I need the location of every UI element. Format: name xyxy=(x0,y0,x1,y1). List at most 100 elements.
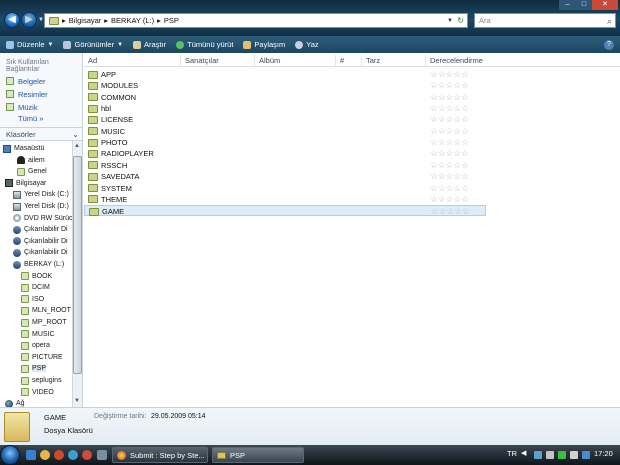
more-links[interactable]: Tümü » xyxy=(0,112,82,123)
tree-item[interactable]: ISO xyxy=(21,294,44,305)
breadcrumb-computer[interactable]: Bilgisayar xyxy=(69,16,102,25)
clock[interactable]: 17:20 xyxy=(594,449,613,458)
file-row[interactable]: SAVEDATA ☆☆☆☆☆ xyxy=(84,171,486,182)
column-genre[interactable]: Tarz xyxy=(361,55,425,67)
rating-stars[interactable]: ☆☆☆☆☆ xyxy=(430,160,469,170)
tray-expand-icon[interactable]: ◀ xyxy=(521,449,529,457)
breadcrumb-current[interactable]: PSP xyxy=(164,16,179,25)
tree-item[interactable]: Yerel Disk (D:) xyxy=(13,201,69,212)
taskbar-item-explorer[interactable]: PSP xyxy=(212,447,304,463)
tree-item[interactable]: Çıkarılabilir Di xyxy=(13,224,68,235)
tree-item[interactable]: Yerel Disk (C:) xyxy=(13,189,69,200)
tree-item[interactable]: MP_ROOT xyxy=(21,317,67,328)
favorite-pictures[interactable]: Resimler xyxy=(0,86,82,99)
column-artists[interactable]: Sanatçılar xyxy=(180,55,254,67)
opera-icon[interactable] xyxy=(82,450,92,460)
quicklaunch-more-icon[interactable] xyxy=(97,450,107,460)
favorite-documents[interactable]: Belgeler xyxy=(0,73,82,86)
address-dropdown-icon[interactable]: ▼ xyxy=(447,18,453,24)
organize-button[interactable]: Düzenle ▼ xyxy=(6,40,53,49)
column-rating[interactable]: Derecelendirme xyxy=(425,55,486,67)
tree-item[interactable]: Bilgisayar xyxy=(5,178,46,189)
play-all-button[interactable]: Tümünü yürüt xyxy=(176,40,233,49)
scroll-up-icon[interactable]: ▲ xyxy=(74,143,80,149)
share-button[interactable]: Paylaşım xyxy=(243,40,285,49)
file-row[interactable]: MUSIC ☆☆☆☆☆ xyxy=(84,126,486,137)
tree-item[interactable]: VIDEO xyxy=(21,387,54,398)
browser-icon[interactable] xyxy=(40,450,50,460)
language-indicator[interactable]: TR xyxy=(507,449,517,458)
help-icon[interactable]: ? xyxy=(604,40,614,50)
address-bar[interactable]: ▸ Bilgisayar ▸ BERKAY (L:) ▸ PSP ▼ ↻ xyxy=(44,13,468,28)
rating-stars[interactable]: ☆☆☆☆☆ xyxy=(430,194,469,204)
file-row[interactable]: THEME ☆☆☆☆☆ xyxy=(84,194,486,205)
rating-stars[interactable]: ☆☆☆☆☆ xyxy=(430,81,469,90)
network-tray-icon[interactable] xyxy=(534,451,542,459)
tree-item[interactable]: DVD RW Sürücü xyxy=(13,213,72,224)
tree-item[interactable]: PICTURE xyxy=(21,352,63,363)
rating-stars[interactable]: ☆☆☆☆☆ xyxy=(430,92,469,102)
scroll-down-icon[interactable]: ▼ xyxy=(74,398,80,404)
file-row[interactable]: GAME ☆☆☆☆☆ xyxy=(84,205,486,217)
volume-tray-icon[interactable] xyxy=(546,451,554,459)
tree-item[interactable]: BOOK xyxy=(21,271,52,282)
rating-stars[interactable]: ☆☆☆☆☆ xyxy=(430,183,469,193)
tree-item[interactable]: opera xyxy=(21,340,50,351)
tree-scroll-thumb[interactable] xyxy=(73,156,82,374)
tree-item[interactable]: MUSIC xyxy=(21,329,55,340)
file-row[interactable]: RADIOPLAYER ☆☆☆☆☆ xyxy=(84,148,486,159)
tree-item[interactable]: Çıkarılabilir Di xyxy=(13,247,68,258)
file-row[interactable]: RSSCH ☆☆☆☆☆ xyxy=(84,160,486,171)
tree-item[interactable]: MLN_ROOT xyxy=(21,305,71,316)
file-row[interactable]: MODULES ☆☆☆☆☆ xyxy=(84,80,486,91)
firefox-icon[interactable] xyxy=(54,450,64,460)
search-icon[interactable]: ⌕ xyxy=(607,15,612,28)
views-button[interactable]: Görünümler ▼ xyxy=(63,40,123,49)
breadcrumb-drive[interactable]: BERKAY (L:) xyxy=(111,16,154,25)
bluetooth-tray-icon[interactable] xyxy=(582,451,590,459)
column-name[interactable]: Ad xyxy=(84,55,180,67)
search-input[interactable]: Ara ⌕ xyxy=(474,13,616,28)
tree-item[interactable]: DCIM xyxy=(21,282,50,293)
tree-item[interactable]: ailem xyxy=(17,155,45,166)
file-row[interactable]: APP ☆☆☆☆☆ xyxy=(84,69,486,80)
file-row[interactable]: LICENSE ☆☆☆☆☆ xyxy=(84,114,486,125)
messenger-icon[interactable] xyxy=(68,450,78,460)
rating-stars[interactable]: ☆☆☆☆☆ xyxy=(430,126,469,136)
tree-item[interactable]: seplugins xyxy=(21,375,62,386)
tree-item[interactable]: BERKAY (L:) xyxy=(13,259,64,270)
tree-item[interactable]: Ağ xyxy=(5,398,25,407)
tree-item[interactable]: Masaüstü xyxy=(3,143,44,154)
back-button[interactable]: ◀ xyxy=(4,12,20,28)
show-desktop-icon[interactable] xyxy=(26,450,36,460)
rating-stars[interactable]: ☆☆☆☆☆ xyxy=(430,104,469,113)
rating-stars[interactable]: ☆☆☆☆☆ xyxy=(430,115,469,124)
start-button[interactable] xyxy=(0,445,20,465)
column-album[interactable]: Albüm xyxy=(254,55,335,67)
rating-stars[interactable]: ☆☆☆☆☆ xyxy=(430,172,469,181)
file-row[interactable]: PHOTO ☆☆☆☆☆ xyxy=(84,137,486,148)
maximize-button[interactable]: □ xyxy=(576,0,592,10)
app-tray-icon[interactable] xyxy=(558,451,566,459)
close-button[interactable]: ✕ xyxy=(592,0,618,10)
burn-button[interactable]: Yaz xyxy=(295,40,319,49)
favorite-music[interactable]: Müzik xyxy=(0,99,82,112)
file-row[interactable]: COMMON ☆☆☆☆☆ xyxy=(84,92,486,103)
file-row[interactable]: SYSTEM ☆☆☆☆☆ xyxy=(84,183,486,194)
folders-header[interactable]: Klasörler ⌄ xyxy=(0,127,82,141)
safely-remove-tray-icon[interactable] xyxy=(570,451,578,459)
tree-item[interactable]: PSP xyxy=(21,363,47,374)
rating-stars[interactable]: ☆☆☆☆☆ xyxy=(431,207,470,216)
refresh-icon[interactable]: ↻ xyxy=(457,16,464,25)
tree-item[interactable]: Genel xyxy=(17,166,47,177)
column-track-number[interactable]: # xyxy=(335,55,361,67)
file-row[interactable]: hbl ☆☆☆☆☆ xyxy=(84,103,486,114)
explore-button[interactable]: Araştır xyxy=(133,40,166,49)
rating-stars[interactable]: ☆☆☆☆☆ xyxy=(430,149,469,158)
tree-item[interactable]: Çıkarılabilir Di xyxy=(13,236,68,247)
minimize-button[interactable]: – xyxy=(559,0,576,10)
rating-stars[interactable]: ☆☆☆☆☆ xyxy=(430,138,469,147)
rating-stars[interactable]: ☆☆☆☆☆ xyxy=(430,70,469,79)
taskbar-item-browser[interactable]: Submit : Step by Ste... xyxy=(112,447,208,463)
forward-button[interactable]: ▶ xyxy=(21,12,37,28)
